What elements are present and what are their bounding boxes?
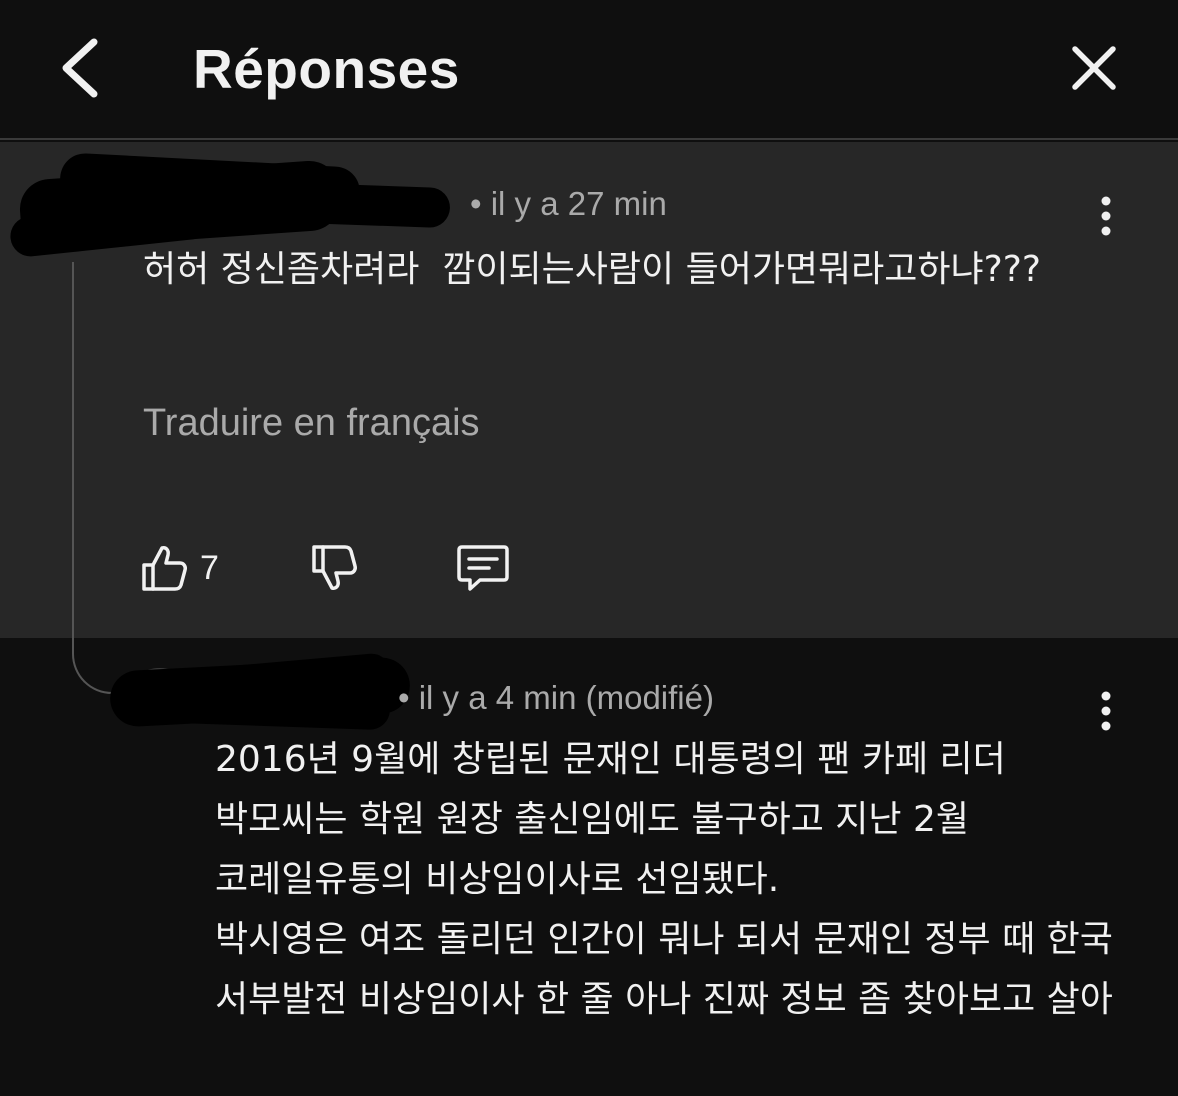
more-vertical-icon [1101, 196, 1111, 236]
close-button[interactable] [1056, 30, 1132, 106]
page-title: Réponses [193, 38, 460, 100]
comment-text: 허허 정신좀차려라 깜이되는사람이 들어가면뭐라고하냐??? [143, 249, 1041, 290]
thread-connector [72, 262, 128, 694]
back-button[interactable] [40, 28, 120, 108]
reply-button[interactable] [456, 540, 510, 596]
more-vertical-icon [1101, 691, 1111, 731]
dislike-button[interactable] [310, 540, 358, 596]
like-button[interactable]: 7 [140, 540, 219, 596]
translate-link[interactable]: Traduire en français [143, 400, 480, 446]
redaction-mark [209, 179, 451, 229]
like-count: 7 [200, 548, 219, 587]
panel-header: Réponses [0, 0, 1178, 140]
thumbs-down-icon [312, 545, 357, 590]
comment-text: 2016년 9월에 창립된 문재인 대통령의 팬 카페 리더 박모씨는 학원 원… [215, 739, 1113, 1020]
thumbs-up-icon [142, 546, 187, 591]
chevron-left-icon [62, 38, 98, 98]
comment-icon [457, 545, 509, 591]
close-icon [1072, 46, 1116, 90]
comment-timestamp: • il y a 4 min (modifié) [398, 679, 714, 716]
comment-timestamp: • il y a 27 min [470, 185, 667, 222]
more-options-button[interactable] [1088, 186, 1124, 246]
